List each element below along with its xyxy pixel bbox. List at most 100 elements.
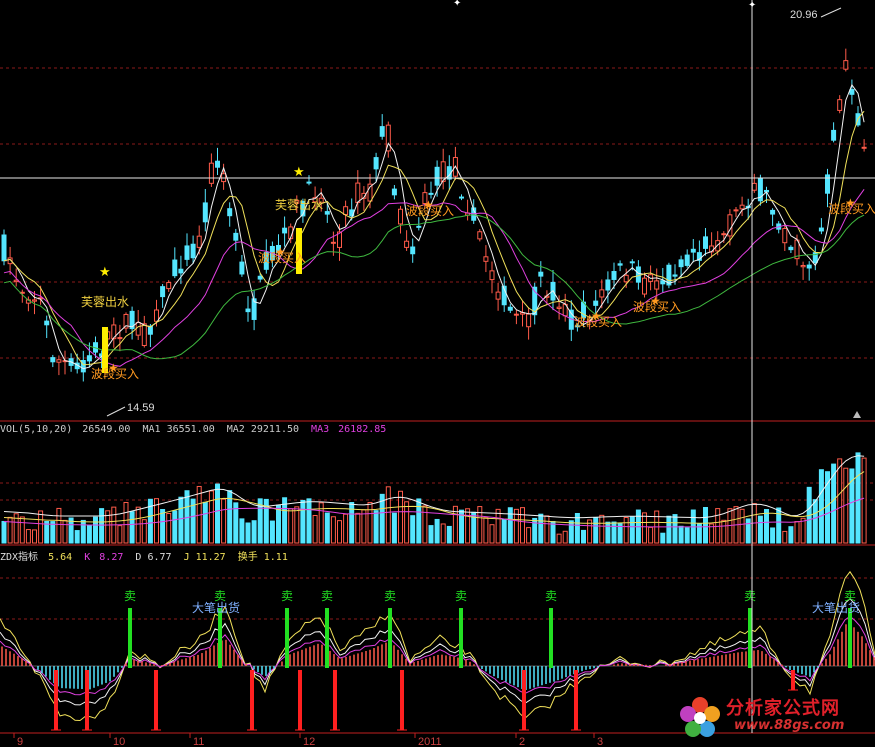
candle-up [642, 277, 647, 295]
volume-bar-down [172, 510, 178, 544]
volume-bar-down [666, 515, 672, 544]
stock-chart[interactable]: 9 10 11 12 2011 2 3 芙蓉出水★芙蓉出水★波段买入★波段买入★波段买入★波… [0, 0, 875, 747]
candle-down [147, 325, 153, 335]
volume-bar-up [355, 512, 361, 544]
volume-bar-up [398, 490, 403, 544]
volume-bar-up [32, 529, 37, 544]
volume-header: VOL(5,10,20) 26549.00 MA1 36551.00 MA2 2… [0, 424, 392, 435]
candle-up [483, 256, 489, 262]
volume-bar-up [837, 458, 843, 544]
volume-bar-down [550, 520, 556, 544]
volume-bar-down [660, 532, 666, 544]
low-price-label: 14.59 [127, 402, 155, 414]
volume-bar-down [44, 520, 50, 544]
scroll-up-icon[interactable] [853, 411, 861, 418]
candle-up [733, 209, 739, 212]
volume-bar-up [312, 514, 318, 544]
candle-down [391, 188, 397, 196]
candle-up [32, 299, 37, 302]
volume-bar-down [202, 501, 208, 544]
candle-down [184, 245, 190, 260]
volume-bar-down [745, 518, 751, 544]
candle-down [788, 246, 794, 251]
volume-bar-down [678, 525, 684, 544]
candle-up [513, 313, 519, 316]
volume-bar-up [642, 512, 647, 544]
volume-bar-down [788, 526, 794, 544]
candle-down [178, 268, 184, 274]
buy-signal-bar [298, 670, 302, 730]
candle-down [1, 234, 7, 262]
x-tick-label: 3 [597, 736, 603, 747]
high-price-label: 20.96 [790, 9, 818, 21]
candle-up [495, 291, 501, 300]
volume-bar-up [56, 507, 62, 544]
candle-down [373, 157, 379, 170]
x-tick-label: 11 [193, 736, 204, 747]
volume-bar-down [239, 518, 245, 544]
candle-down [818, 227, 824, 232]
volume-bar-up [623, 517, 629, 544]
candle-up [154, 309, 159, 322]
volume-bar-down [160, 509, 166, 544]
low-price-pointer [106, 406, 126, 417]
sell-signal-bar [848, 608, 852, 668]
candle-up [843, 60, 849, 70]
volume-bar-up [477, 506, 483, 544]
band-star-icon: ★ [108, 361, 119, 375]
candle-down [611, 271, 617, 280]
volume-bar-up [19, 516, 25, 544]
zdx-j: J 11.27 [183, 552, 226, 563]
volume-bar-up [739, 508, 745, 544]
zdx-k-value: 8.27 [99, 552, 124, 563]
sell-signal-bar [549, 608, 553, 668]
sell-signal-bar [218, 608, 222, 668]
buy-signal-bar [154, 670, 158, 730]
band-star-icon: ★ [650, 294, 661, 308]
candle-up [800, 265, 806, 268]
candle-up [343, 206, 349, 216]
volume-bar-up [166, 513, 172, 544]
vol-ma3-label: MA3 [311, 424, 330, 435]
ma-line-green [3, 214, 865, 360]
volume-bar-up [648, 526, 654, 544]
volume-bar-down [251, 520, 257, 544]
candle-down [849, 89, 855, 95]
volume-bar-up [861, 457, 867, 544]
volume-bar-down [86, 524, 92, 544]
candle-down [410, 246, 416, 255]
candle-down [831, 129, 837, 141]
star-icon: ★ [99, 265, 111, 280]
candle-down [538, 271, 544, 277]
volume-bar-down [276, 504, 281, 544]
volume-bar-down [611, 521, 617, 544]
volume-bar-down [757, 515, 763, 544]
candle-up [739, 204, 745, 210]
candle-up [56, 359, 62, 363]
furong-signal-label: 芙蓉出水 [275, 198, 323, 212]
volume-bar-up [465, 508, 471, 544]
zdx-value: 5.64 [48, 552, 73, 563]
candle-down [306, 181, 312, 184]
candle-down [190, 243, 196, 259]
volume-bar-down [855, 452, 861, 544]
candle-down [593, 300, 599, 306]
candle-down [215, 160, 220, 168]
candle-down [434, 166, 440, 186]
volume-bar-up [721, 519, 727, 544]
volume-bar-down [501, 518, 507, 544]
candle-up [837, 99, 843, 111]
volume-bar-up [7, 516, 13, 544]
volume-bar-up [794, 521, 800, 544]
volume-bar-up [404, 501, 410, 544]
volume-bar-down [410, 515, 416, 544]
candle-down [684, 254, 690, 266]
candle-down [459, 196, 464, 199]
candle-down [245, 308, 251, 313]
volume-bar-down [605, 521, 611, 544]
x-tick-label: 10 [113, 736, 125, 747]
candle-down [227, 208, 233, 217]
watermark-title: 分析家公式网 [726, 698, 840, 719]
candle-down [44, 320, 50, 326]
buy-signal-bar [333, 670, 337, 730]
